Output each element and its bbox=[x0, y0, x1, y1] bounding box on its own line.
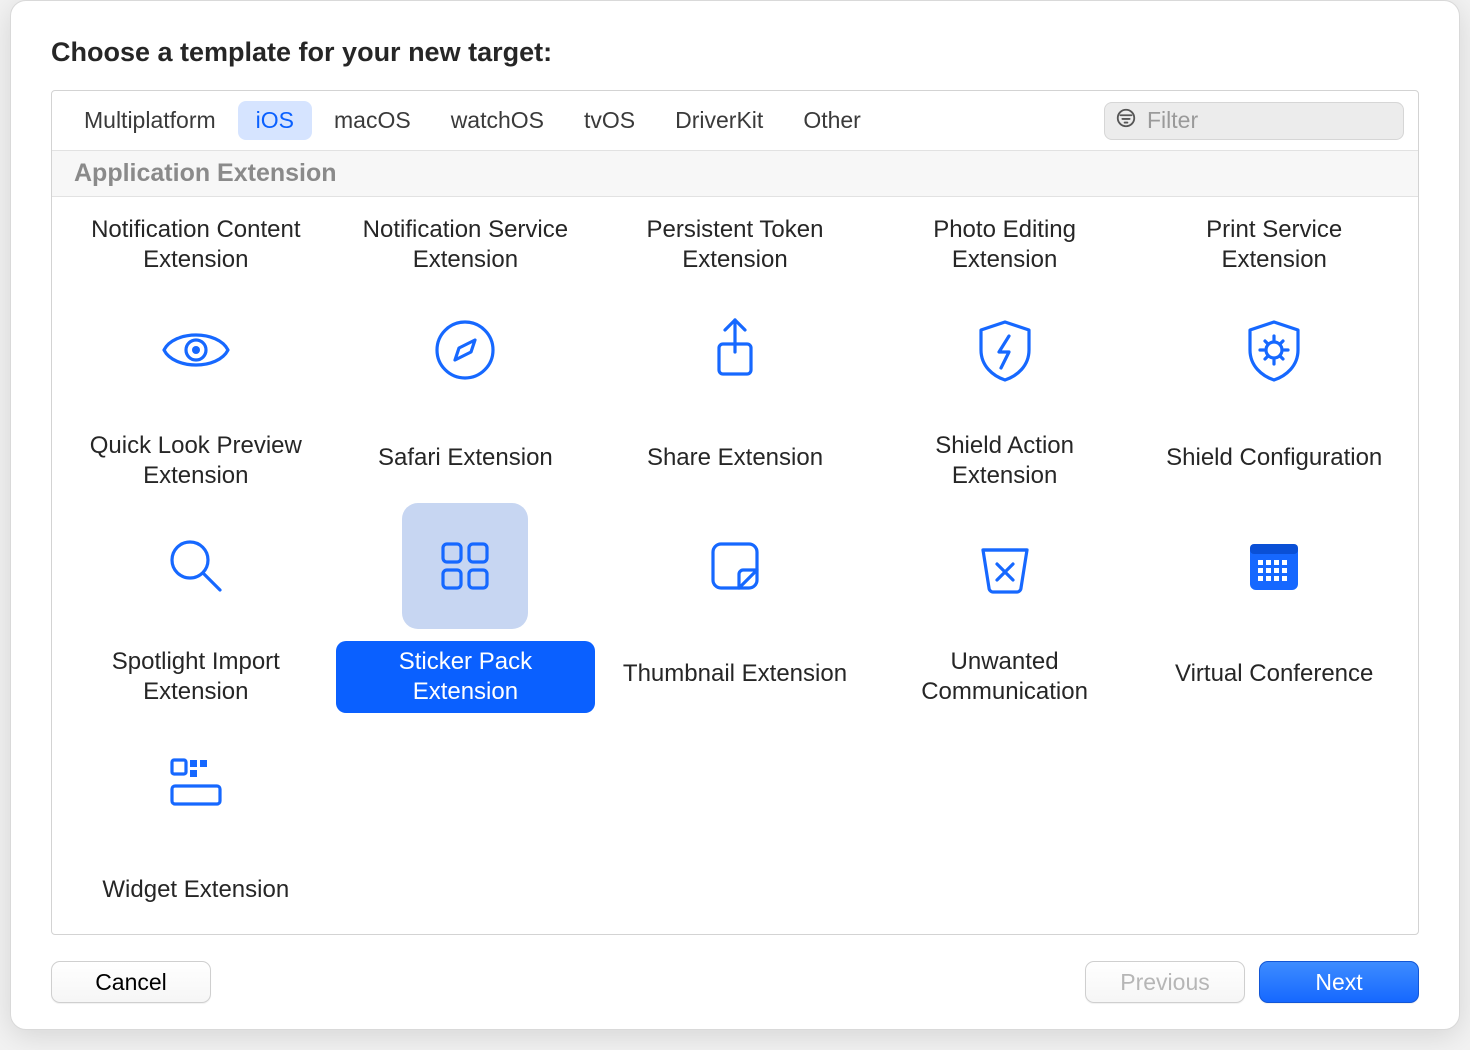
template-label: Widget Extension bbox=[88, 857, 303, 923]
template-label: Photo Editing Extension bbox=[875, 209, 1135, 281]
template-label: Print Service Extension bbox=[1144, 209, 1404, 281]
template-photo-editing-extension[interactable]: Photo Editing Extension bbox=[875, 197, 1135, 281]
template-shield-action-extension[interactable]: Shield Action Extension bbox=[875, 281, 1135, 497]
compass-icon bbox=[402, 287, 528, 413]
template-safari-extension[interactable]: Safari Extension bbox=[336, 281, 596, 497]
template-label: Persistent Token Extension bbox=[605, 209, 865, 281]
template-spotlight-import-extension[interactable]: Spotlight Import Extension bbox=[66, 497, 326, 713]
search-icon bbox=[133, 503, 259, 629]
template-quick-look-preview-extension[interactable]: Quick Look Preview Extension bbox=[66, 281, 326, 497]
template-notification-service-extension[interactable]: Notification Service Extension bbox=[336, 197, 596, 281]
dialog-title: Choose a template for your new target: bbox=[51, 37, 1419, 68]
template-label: Share Extension bbox=[633, 425, 837, 491]
template-persistent-token-extension[interactable]: Persistent Token Extension bbox=[605, 197, 865, 281]
platform-bar: MultiplatformiOSmacOSwatchOStvOSDriverKi… bbox=[52, 91, 1418, 150]
cancel-button[interactable]: Cancel bbox=[51, 961, 211, 1003]
platform-tab-ios[interactable]: iOS bbox=[238, 101, 312, 140]
template-unwanted-communication[interactable]: Unwanted Communication bbox=[875, 497, 1135, 713]
filter-icon bbox=[1115, 107, 1137, 134]
template-widget-extension[interactable]: Widget Extension bbox=[66, 713, 326, 923]
thumb-icon bbox=[672, 503, 798, 629]
template-label: Unwanted Communication bbox=[875, 641, 1135, 713]
template-chooser-dialog: Choose a template for your new target: M… bbox=[10, 0, 1460, 1030]
platform-tab-tvos[interactable]: tvOS bbox=[566, 101, 653, 140]
template-label: Shield Configuration bbox=[1152, 425, 1396, 491]
template-label: Quick Look Preview Extension bbox=[66, 425, 326, 497]
dialog-footer: Cancel Previous Next bbox=[51, 935, 1419, 1003]
template-virtual-conference[interactable]: Virtual Conference bbox=[1144, 497, 1404, 713]
platform-tab-multiplatform[interactable]: Multiplatform bbox=[66, 101, 234, 140]
template-thumbnail-extension[interactable]: Thumbnail Extension bbox=[605, 497, 865, 713]
platform-tab-macos[interactable]: macOS bbox=[316, 101, 429, 140]
template-label: Virtual Conference bbox=[1161, 641, 1387, 707]
previous-button: Previous bbox=[1085, 961, 1245, 1003]
filter-input[interactable] bbox=[1145, 106, 1393, 135]
template-label: Notification Content Extension bbox=[66, 209, 326, 281]
filter-field[interactable] bbox=[1104, 102, 1404, 140]
template-label: Safari Extension bbox=[364, 425, 567, 491]
template-label: Thumbnail Extension bbox=[609, 641, 861, 707]
template-label: Spotlight Import Extension bbox=[66, 641, 326, 713]
template-shield-configuration[interactable]: Shield Configuration bbox=[1144, 281, 1404, 497]
eye-icon bbox=[133, 287, 259, 413]
template-label: Sticker Pack Extension bbox=[336, 641, 596, 713]
section-header: Application Extension bbox=[52, 150, 1418, 197]
template-sticker-pack-extension[interactable]: Sticker Pack Extension bbox=[336, 497, 596, 713]
grid4-icon bbox=[402, 503, 528, 629]
platform-tabs: MultiplatformiOSmacOSwatchOStvOSDriverKi… bbox=[66, 101, 879, 140]
template-print-service-extension[interactable]: Print Service Extension bbox=[1144, 197, 1404, 281]
template-panel: MultiplatformiOSmacOSwatchOStvOSDriverKi… bbox=[51, 90, 1419, 935]
template-grid-scroll[interactable]: Notification Content ExtensionNotificati… bbox=[52, 197, 1418, 934]
platform-tab-other[interactable]: Other bbox=[785, 101, 879, 140]
shield-bolt-icon bbox=[942, 287, 1068, 413]
template-notification-content-extension[interactable]: Notification Content Extension bbox=[66, 197, 326, 281]
template-label: Notification Service Extension bbox=[336, 209, 596, 281]
next-button[interactable]: Next bbox=[1259, 961, 1419, 1003]
widget-icon bbox=[133, 719, 259, 845]
platform-tab-watchos[interactable]: watchOS bbox=[433, 101, 562, 140]
calendar-icon bbox=[1211, 503, 1337, 629]
template-share-extension[interactable]: Share Extension bbox=[605, 281, 865, 497]
shield-gear-icon bbox=[1211, 287, 1337, 413]
share-icon bbox=[672, 287, 798, 413]
trash-x-icon bbox=[942, 503, 1068, 629]
platform-tab-driverkit[interactable]: DriverKit bbox=[657, 101, 781, 140]
template-label: Shield Action Extension bbox=[875, 425, 1135, 497]
